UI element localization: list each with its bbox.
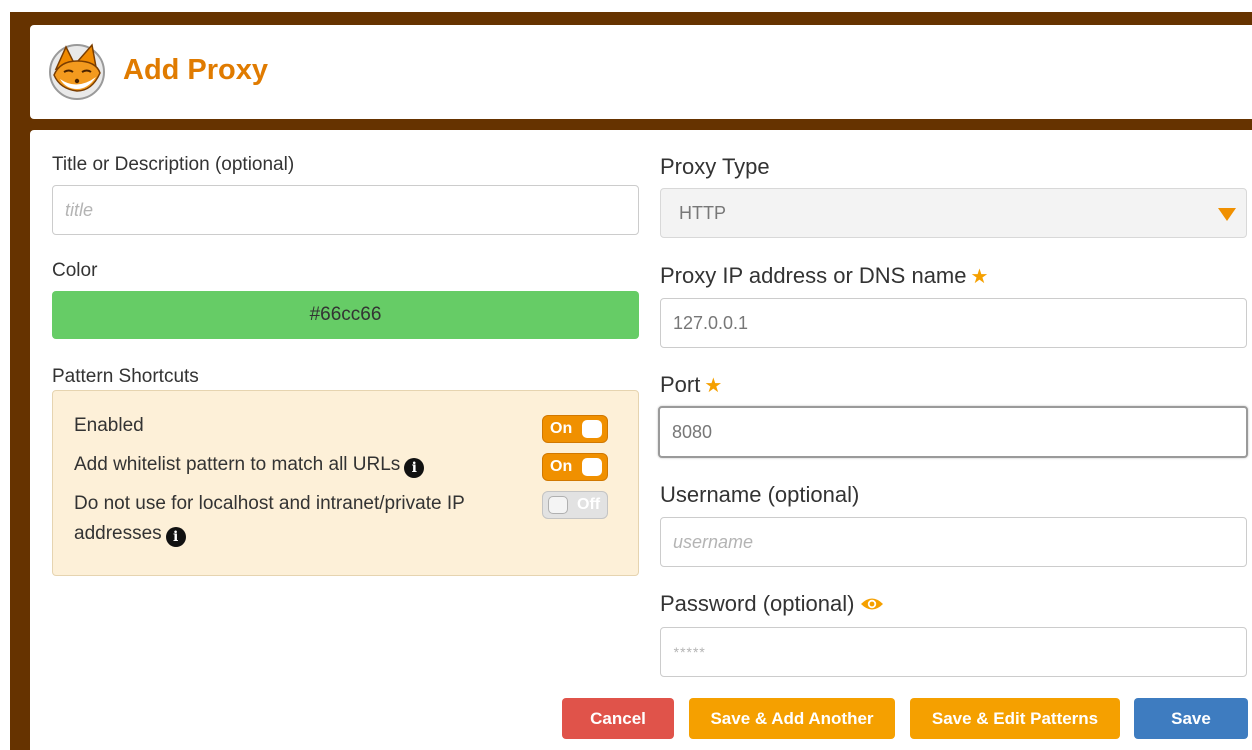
color-picker[interactable]: #66cc66: [52, 291, 639, 339]
toggle-state-text: On: [550, 458, 573, 475]
port-label: Port ★: [660, 372, 723, 398]
title-input[interactable]: title: [52, 185, 639, 235]
eye-icon[interactable]: [860, 596, 884, 612]
header-bar: Add Proxy: [30, 25, 1252, 119]
save-button[interactable]: Save: [1134, 698, 1248, 739]
toggle-state-text: Off: [577, 496, 601, 513]
required-star-icon: ★: [704, 373, 723, 397]
toggle-knob: [582, 458, 602, 476]
cancel-button[interactable]: Cancel: [562, 698, 674, 739]
port-label-text: Port: [660, 372, 701, 397]
ip-label-text: Proxy IP address or DNS name: [660, 263, 967, 288]
password-value: *****: [673, 644, 706, 660]
localhost-toggle[interactable]: Off: [542, 491, 608, 519]
title-label: Title or Description (optional): [52, 154, 295, 175]
save-edit-patterns-button[interactable]: Save & Edit Patterns: [910, 698, 1120, 739]
toggle-knob: [582, 420, 602, 438]
localhost-label: Do not use for localhost and intranet/pr…: [74, 489, 524, 549]
username-placeholder: username: [673, 531, 754, 552]
title-placeholder: title: [65, 199, 94, 220]
password-label: Password (optional): [660, 592, 884, 616]
port-input[interactable]: 8080: [658, 406, 1248, 458]
localhost-text: Do not use for localhost and intranet/pr…: [74, 493, 465, 514]
whitelist-text: Add whitelist pattern to match all URLs: [74, 454, 401, 475]
localhost-text-line2: addresses: [74, 523, 162, 544]
whitelist-label: Add whitelist pattern to match all URLs i: [74, 450, 425, 480]
password-input[interactable]: *****: [660, 627, 1247, 677]
password-label-text: Password (optional): [660, 591, 855, 616]
enabled-label: Enabled: [74, 411, 144, 441]
username-label: Username (optional): [660, 482, 860, 507]
ip-value: 127.0.0.1: [673, 312, 749, 333]
info-icon[interactable]: i: [165, 527, 186, 547]
add-proxy-form: Title or Description (optional) title Co…: [30, 130, 1252, 750]
pattern-shortcuts-label: Pattern Shortcuts: [52, 366, 199, 387]
color-label: Color: [52, 260, 98, 281]
ip-input[interactable]: 127.0.0.1: [660, 298, 1247, 348]
ip-label: Proxy IP address or DNS name ★: [660, 263, 989, 289]
required-star-icon: ★: [970, 264, 989, 288]
page-title: Add Proxy: [123, 54, 269, 86]
info-icon[interactable]: i: [404, 458, 425, 478]
proxy-type-select[interactable]: HTTP: [660, 188, 1247, 238]
username-input[interactable]: username: [660, 517, 1247, 567]
pattern-shortcuts-panel: Enabled On Add whitelist pattern to matc…: [52, 390, 639, 576]
enabled-text: Enabled: [74, 415, 144, 436]
save-add-another-button[interactable]: Save & Add Another: [689, 698, 895, 739]
toggle-state-text: On: [550, 420, 573, 437]
proxy-type-value: HTTP: [679, 202, 726, 223]
proxy-type-label: Proxy Type: [660, 154, 770, 179]
dropdown-arrow-icon: [1218, 208, 1236, 221]
port-value: 8080: [672, 421, 713, 442]
toggle-knob: [548, 496, 568, 514]
whitelist-toggle[interactable]: On: [542, 453, 608, 481]
enabled-toggle[interactable]: On: [542, 415, 608, 443]
fox-logo-icon: [49, 43, 105, 100]
